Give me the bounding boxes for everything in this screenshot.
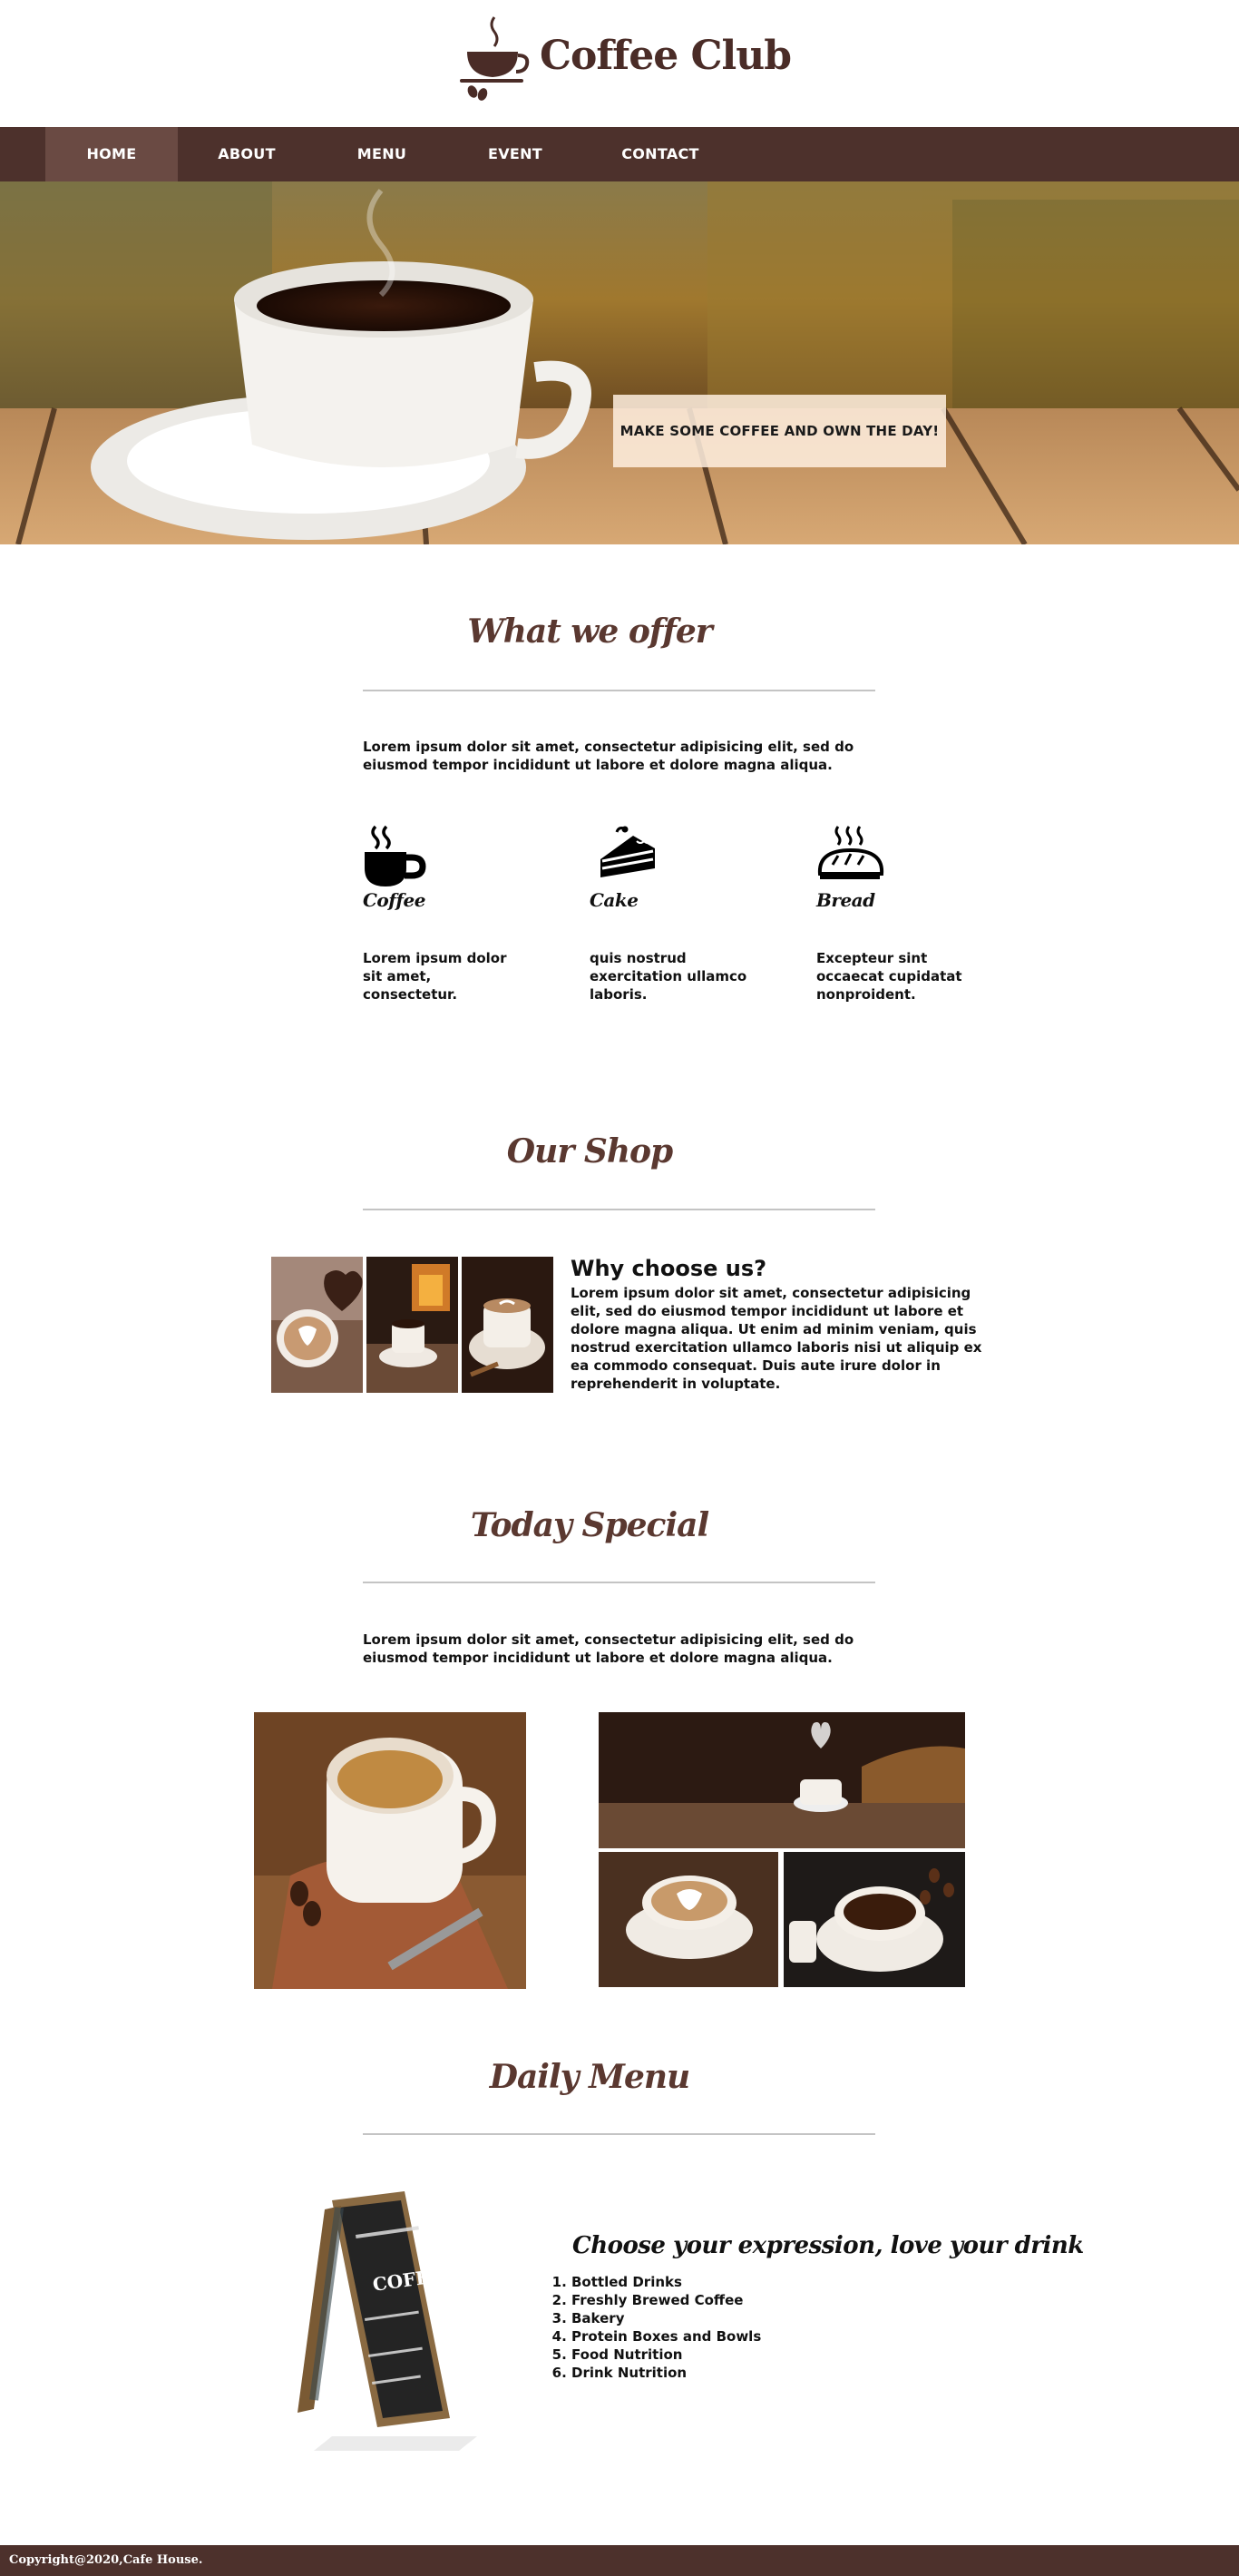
menu-list: Bottled Drinks Freshly Brewed Coffee Bak… <box>571 2273 761 2382</box>
nav-menu[interactable]: MENU <box>316 127 448 181</box>
offer-title: What we offer <box>467 612 712 651</box>
menu-list-item: Drink Nutrition <box>571 2364 761 2382</box>
shop-fireplace-coffee-image <box>366 1257 458 1393</box>
shop-cappuccino-image <box>462 1257 553 1393</box>
why-choose-text: Lorem ipsum dolor sit amet, consectetur … <box>571 1285 982 1392</box>
offer-item-text: Excepteur sint occaecat cupidatat nonpro… <box>816 950 962 1003</box>
site-name: Coffee Club <box>540 32 792 79</box>
main-navigation: HOME ABOUT MENU EVENT CONTACT <box>0 127 1239 181</box>
coffee-cup-icon <box>365 825 426 886</box>
hero-banner <box>0 181 1239 544</box>
offer-intro: Lorem ipsum dolor sit amet, consectetur … <box>363 739 854 773</box>
nav-event[interactable]: EVENT <box>448 127 582 181</box>
menu-list-item: Bottled Drinks <box>571 2273 761 2291</box>
offer-item-cake: Cake quis nostrud exercitation ullamco l… <box>590 821 753 1004</box>
coffee-logo-icon <box>460 16 530 101</box>
menu-heading: Choose your expression, love your drink <box>572 2232 1084 2259</box>
menu-list-item: Freshly Brewed Coffee <box>571 2291 761 2309</box>
special-intro: Lorem ipsum dolor sit amet, consectetur … <box>363 1631 854 1666</box>
offer-item-name: Cake <box>590 889 639 911</box>
site-logo[interactable]: Coffee Club <box>458 5 792 105</box>
offer-divider <box>363 690 875 691</box>
offer-item-name: Bread <box>816 889 875 911</box>
special-title: Today Special <box>470 1506 709 1544</box>
special-espresso-image <box>254 1712 526 1989</box>
hero-coffee-image <box>0 181 1239 544</box>
offer-item-coffee: Coffee Lorem ipsum dolor sit amet, conse… <box>363 821 526 1004</box>
chalkboard-sign-image: COFFEE <box>298 2191 477 2451</box>
shop-divider <box>363 1209 875 1210</box>
offer-item-text: quis nostrud exercitation ullamco labori… <box>590 950 747 1003</box>
special-collage-image <box>599 1712 965 1987</box>
menu-title: Daily Menu <box>489 2058 690 2096</box>
nav-contact[interactable]: CONTACT <box>582 127 738 181</box>
bread-icon <box>817 826 884 879</box>
hero-tagline: MAKE SOME COFFEE AND OWN THE DAY! <box>613 395 946 467</box>
nav-home[interactable]: HOME <box>45 127 178 181</box>
why-choose-title: Why choose us? <box>571 1256 767 1281</box>
shop-latte-art-image <box>271 1257 363 1393</box>
special-divider <box>363 1582 875 1583</box>
offer-item-text: Lorem ipsum dolor sit amet, consectetur. <box>363 950 507 1003</box>
offer-item-bread: Bread Excepteur sint occaecat cupidatat … <box>816 821 980 1004</box>
menu-list-item: Protein Boxes and Bowls <box>571 2327 761 2346</box>
footer-copyright: Copyright@2020,Cafe House. <box>0 2545 1239 2576</box>
nav-about[interactable]: ABOUT <box>178 127 316 181</box>
cake-slice-icon <box>600 826 655 877</box>
menu-list-item: Bakery <box>571 2309 761 2327</box>
menu-divider <box>363 2133 875 2135</box>
offer-item-name: Coffee <box>363 889 425 911</box>
menu-list-item: Food Nutrition <box>571 2346 761 2364</box>
shop-title: Our Shop <box>506 1132 673 1170</box>
